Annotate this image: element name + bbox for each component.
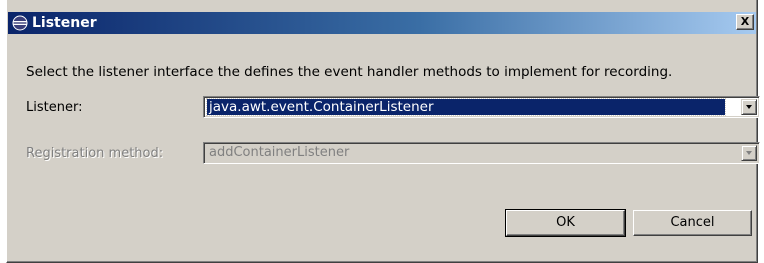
close-icon: X (740, 15, 750, 28)
listener-label: Listener: (26, 100, 83, 115)
ok-button[interactable]: OK (505, 209, 626, 237)
window-title: Listener (32, 15, 97, 31)
listener-combo[interactable]: java.awt.event.ContainerListener (203, 96, 760, 118)
eclipse-icon (12, 15, 28, 31)
close-button[interactable]: X (736, 14, 754, 30)
listener-dropdown-button[interactable] (741, 99, 757, 115)
chevron-down-icon (746, 151, 752, 155)
registration-dropdown-button (741, 145, 757, 161)
chevron-down-icon (746, 105, 752, 109)
cancel-button[interactable]: Cancel (633, 210, 752, 236)
title-bar[interactable]: Listener X (8, 12, 756, 34)
registration-method-combo: addContainerListener (203, 142, 760, 164)
dialog-description: Select the listener interface the define… (26, 64, 673, 80)
listener-combo-value[interactable]: java.awt.event.ContainerListener (206, 98, 726, 116)
registration-method-value: addContainerListener (209, 145, 350, 160)
registration-method-label: Registration method: (26, 146, 164, 161)
listener-dialog: Listener X Select the listener interface… (6, 0, 760, 263)
